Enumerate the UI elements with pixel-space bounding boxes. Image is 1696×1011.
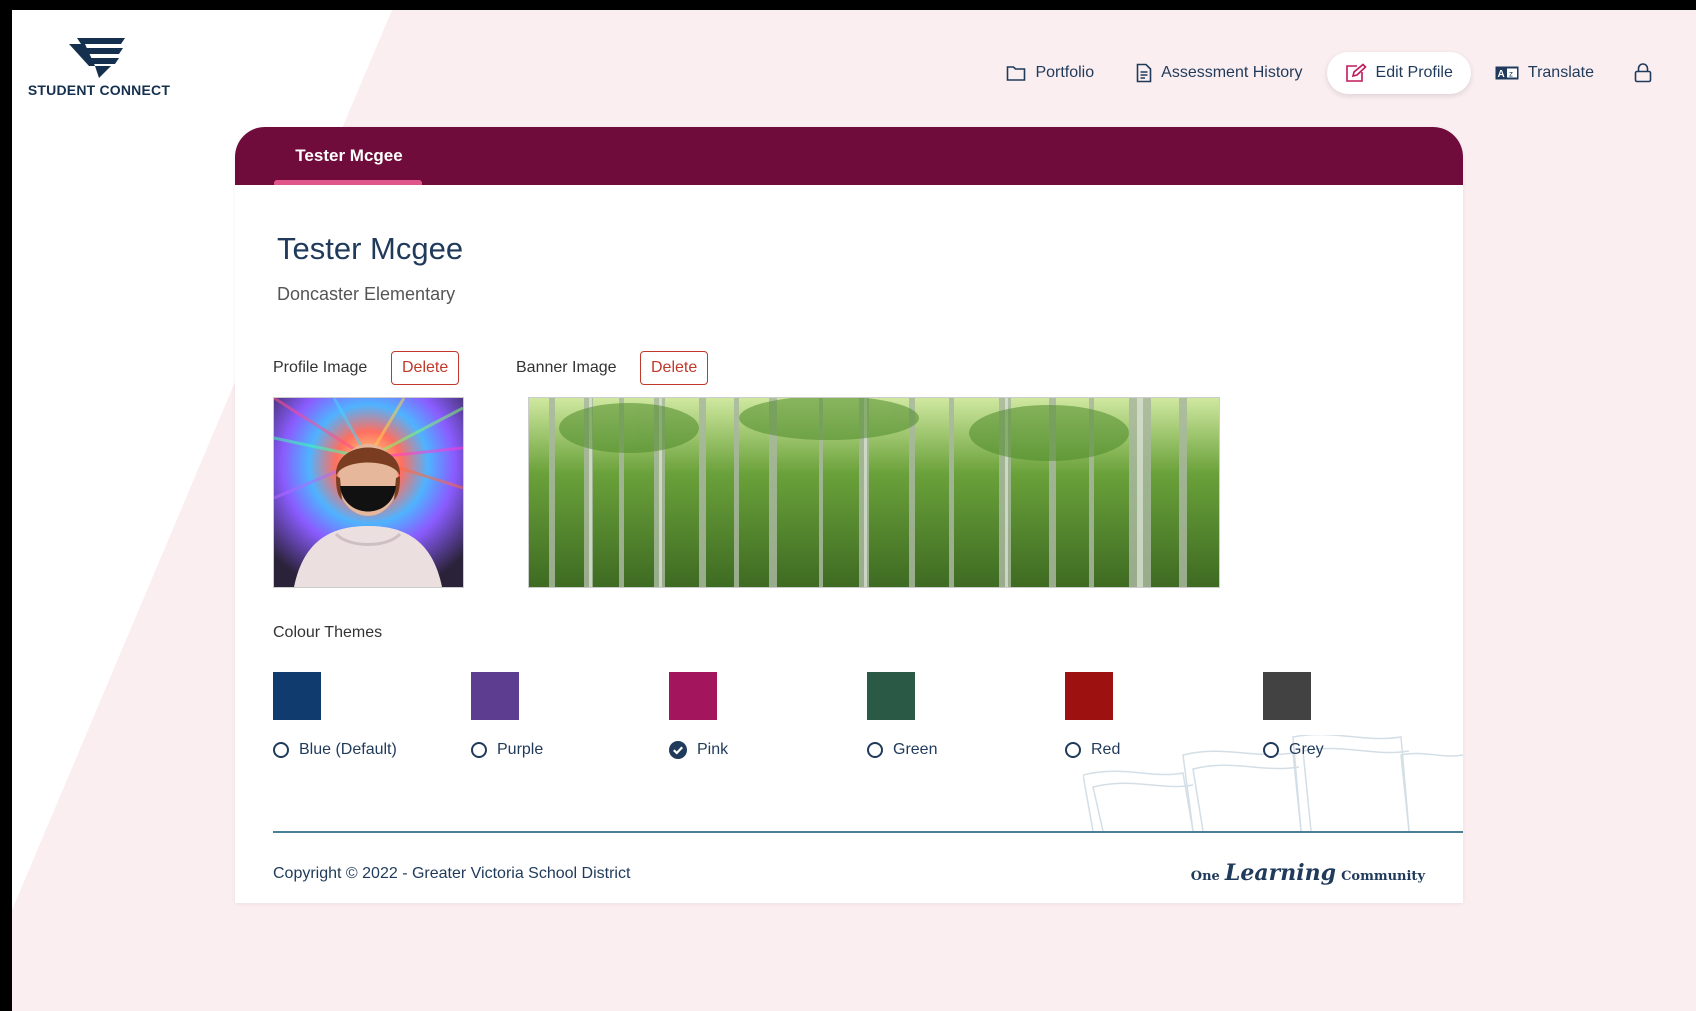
document-icon bbox=[1136, 63, 1152, 83]
profile-image-label: Profile Image bbox=[273, 359, 368, 376]
theme-label-red: Red bbox=[1091, 741, 1121, 758]
top-nav: Portfolio Assessment History Edit Profil… bbox=[988, 52, 1668, 94]
colour-themes-label: Colour Themes bbox=[273, 624, 383, 641]
banner-image-label: Banner Image bbox=[516, 359, 617, 376]
delete-banner-image-button[interactable]: Delete bbox=[640, 351, 709, 385]
translate-icon: A z bbox=[1495, 66, 1519, 80]
swatch-grey[interactable] bbox=[1263, 672, 1311, 720]
lock-icon bbox=[1634, 63, 1652, 83]
nav-portfolio[interactable]: Portfolio bbox=[988, 53, 1112, 93]
theme-option-blue[interactable]: Blue (Default) bbox=[273, 741, 397, 759]
logo-text: STUDENT CONNECT bbox=[27, 82, 171, 98]
delete-profile-image-button[interactable]: Delete bbox=[391, 351, 460, 385]
radio-purple[interactable] bbox=[471, 742, 487, 758]
radio-blue[interactable] bbox=[273, 742, 289, 758]
theme-label-pink: Pink bbox=[697, 741, 729, 758]
footer-divider bbox=[273, 831, 1463, 833]
tab-student-label: Tester Mcgee bbox=[295, 146, 403, 165]
theme-label-grey: Grey bbox=[1289, 741, 1324, 758]
theme-option-grey[interactable]: Grey bbox=[1263, 741, 1324, 759]
radio-grey[interactable] bbox=[1263, 742, 1279, 758]
nav-assessment-history-label: Assessment History bbox=[1161, 64, 1303, 81]
nav-edit-profile-label: Edit Profile bbox=[1375, 64, 1453, 81]
svg-text:z: z bbox=[1509, 70, 1513, 79]
tab-student[interactable]: Tester Mcgee bbox=[275, 127, 423, 185]
swatch-blue[interactable] bbox=[273, 672, 321, 720]
svg-text:A: A bbox=[1497, 69, 1504, 80]
theme-option-green[interactable]: Green bbox=[867, 741, 937, 759]
nav-lock[interactable] bbox=[1618, 52, 1668, 94]
swatch-red[interactable] bbox=[1065, 672, 1113, 720]
nav-assessment-history[interactable]: Assessment History bbox=[1118, 52, 1320, 94]
radio-green[interactable] bbox=[867, 742, 883, 758]
theme-option-purple[interactable]: Purple bbox=[471, 741, 543, 759]
swatch-pink[interactable] bbox=[669, 672, 717, 720]
one-learning-community-logo: One Learning Community bbox=[1191, 860, 1425, 886]
theme-option-pink[interactable]: Pink bbox=[669, 741, 728, 759]
logo-icon bbox=[69, 38, 125, 78]
app-logo[interactable]: STUDENT CONNECT bbox=[24, 36, 174, 98]
nav-edit-profile[interactable]: Edit Profile bbox=[1326, 52, 1471, 94]
profile-image[interactable] bbox=[273, 397, 464, 588]
profile-photo bbox=[274, 398, 463, 587]
copyright-text: Copyright © 2022 - Greater Victoria Scho… bbox=[273, 865, 631, 882]
profile-card: Tester Mcgee Tester Mcgee Doncaster Elem… bbox=[235, 127, 1463, 903]
edit-icon bbox=[1345, 63, 1367, 82]
nav-portfolio-label: Portfolio bbox=[1035, 64, 1095, 81]
brand-one: One bbox=[1190, 869, 1220, 884]
folder-icon bbox=[1007, 66, 1026, 81]
nav-translate-label: Translate bbox=[1527, 64, 1594, 81]
theme-label-green: Green bbox=[893, 741, 938, 758]
brand-community: Community bbox=[1341, 869, 1425, 884]
brand-learning: Learning bbox=[1224, 860, 1336, 886]
school-name: Doncaster Elementary bbox=[277, 284, 456, 304]
tab-active-indicator bbox=[274, 180, 422, 185]
swatch-purple[interactable] bbox=[471, 672, 519, 720]
swatch-green[interactable] bbox=[867, 672, 915, 720]
banner-photo bbox=[529, 398, 1219, 587]
nav-translate[interactable]: A z Translate bbox=[1477, 53, 1612, 93]
banner-image[interactable] bbox=[528, 397, 1220, 588]
theme-label-purple: Purple bbox=[497, 741, 544, 758]
theme-option-red[interactable]: Red bbox=[1065, 741, 1120, 759]
check-circle-icon[interactable] bbox=[669, 741, 687, 759]
card-header: Tester Mcgee bbox=[235, 127, 1463, 185]
student-name: Tester Mcgee bbox=[277, 231, 464, 266]
theme-label-blue: Blue (Default) bbox=[299, 741, 397, 758]
radio-red[interactable] bbox=[1065, 742, 1081, 758]
app-screen: STUDENT CONNECT Portfolio Assessment His… bbox=[12, 10, 1696, 1011]
